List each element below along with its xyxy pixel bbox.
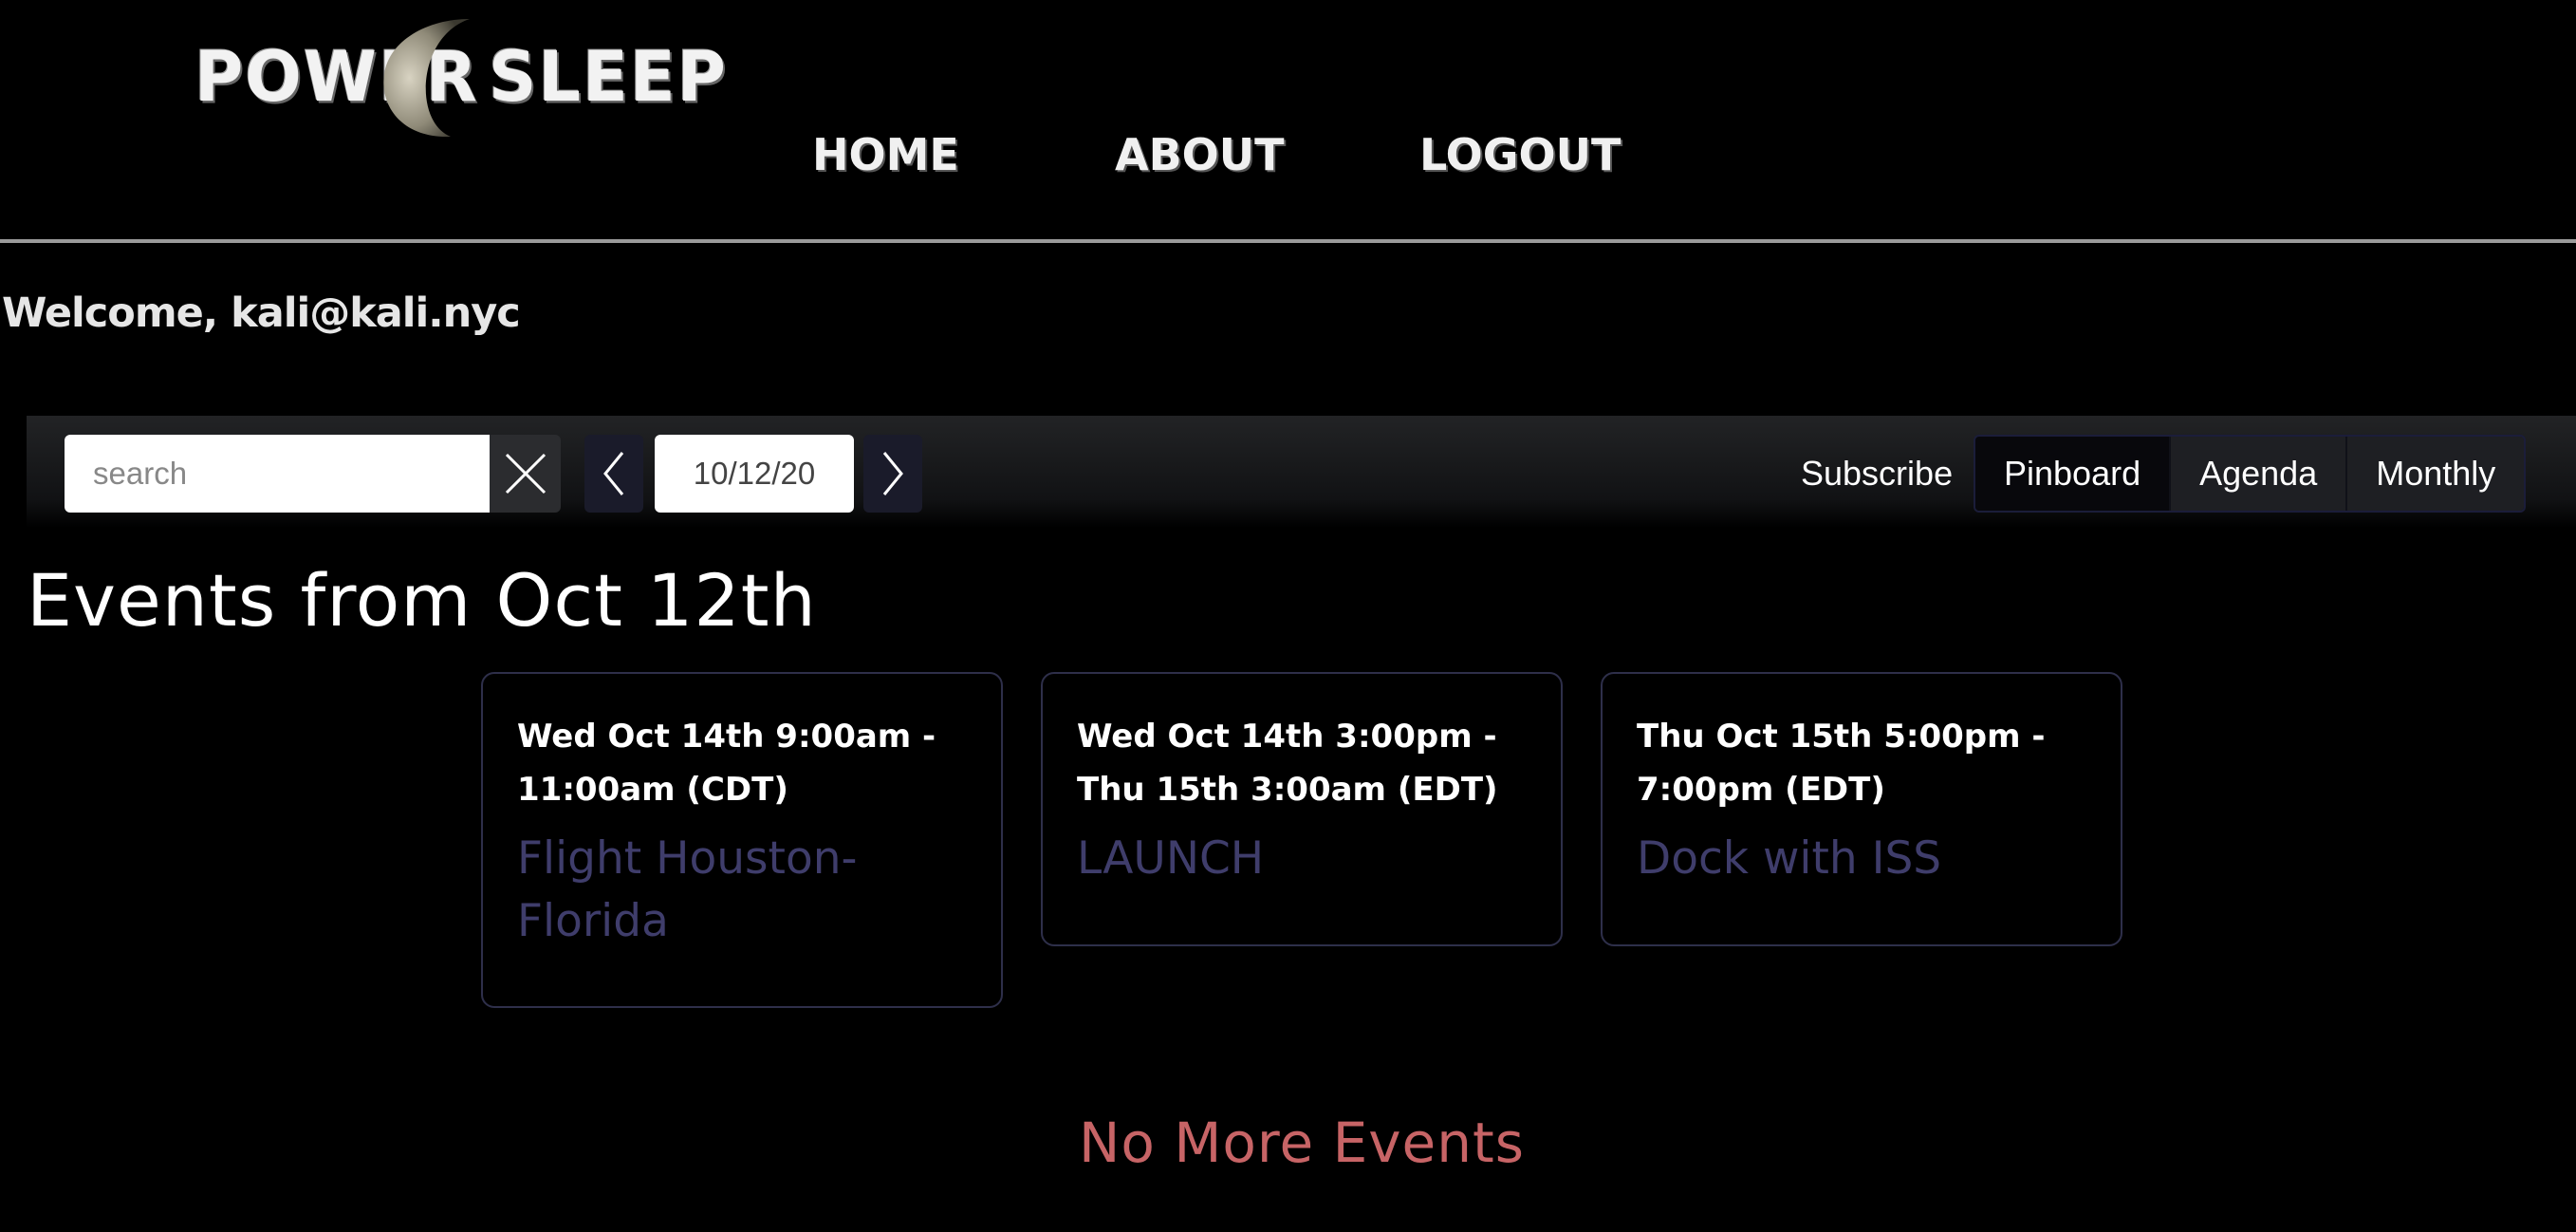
event-card[interactable]: Wed Oct 14th 3:00pm - Thu 15th 3:00am (E… (1041, 672, 1563, 946)
close-icon (505, 453, 546, 495)
chevron-left-icon (603, 452, 624, 495)
previous-date-button[interactable] (584, 435, 643, 513)
search-input[interactable] (65, 435, 490, 513)
header-divider (0, 239, 2576, 243)
welcome-message: Welcome, kali@kali.nyc (2, 289, 521, 337)
logo[interactable]: POWER SLEEP (195, 17, 726, 139)
event-card[interactable]: Wed Oct 14th 9:00am - 11:00am (CDT) Flig… (481, 672, 1003, 1008)
events-heading: Events from Oct 12th (27, 558, 817, 643)
view-agenda-button[interactable]: Agenda (2169, 437, 2346, 511)
next-date-button[interactable] (863, 435, 922, 513)
event-card[interactable]: Thu Oct 15th 5:00pm - 7:00pm (EDT) Dock … (1601, 672, 2122, 946)
date-field[interactable]: 10/12/20 (655, 435, 854, 513)
nav-about-link[interactable]: ABOUT (1115, 129, 1285, 180)
nav-home-link[interactable]: HOME (812, 129, 959, 180)
subscribe-button[interactable]: Subscribe (1801, 435, 1953, 513)
nav-logout-link[interactable]: LOGOUT (1419, 129, 1621, 180)
logo-word-sleep: SLEEP (489, 35, 728, 119)
moon-icon (383, 19, 470, 138)
calendar-toolbar: 10/12/20 Subscribe Pinboard Agenda Month… (27, 416, 2576, 528)
event-time: Wed Oct 14th 9:00am - 11:00am (CDT) (517, 718, 936, 809)
clear-search-button[interactable] (490, 435, 561, 513)
event-title[interactable]: LAUNCH (1077, 828, 1529, 890)
event-title[interactable]: Flight Houston-Florida (517, 828, 969, 953)
view-switcher: Pinboard Agenda Monthly (1974, 435, 2527, 513)
chevron-right-icon (882, 452, 903, 495)
view-monthly-button[interactable]: Monthly (2345, 437, 2525, 511)
no-more-events-message: No More Events (1079, 1111, 1525, 1175)
event-time: Wed Oct 14th 3:00pm - Thu 15th 3:00am (E… (1077, 718, 1498, 809)
event-title[interactable]: Dock with ISS (1637, 828, 2088, 890)
page: POWER SLEEP HOME ABOUT LOGOUT Welcome, k… (0, 0, 2576, 1232)
view-pinboard-button[interactable]: Pinboard (1975, 437, 2170, 511)
event-time: Thu Oct 15th 5:00pm - 7:00pm (EDT) (1637, 718, 2046, 809)
